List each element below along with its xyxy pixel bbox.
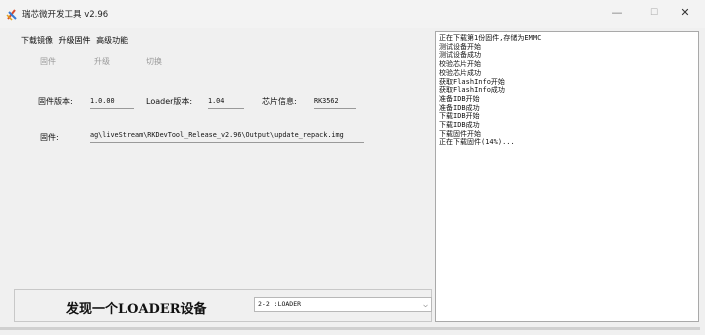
chip-info-field: RK3562 — [314, 94, 356, 109]
fw-version-label: 固件版本: — [38, 97, 73, 106]
log-line: 准备IDB开始 — [439, 94, 480, 103]
log-line: 获取FlashInfo开始 — [439, 77, 505, 86]
firmware-path-field[interactable]: ag\liveStream\RKDevTool_Release_v2.96\Ou… — [90, 128, 364, 143]
log-line: 正在下载固件(14%)... — [439, 138, 515, 147]
log-output[interactable]: 正在下载第1份固件,存储为EMMC 测试设备开始 测试设备成功 校验芯片开始 校… — [435, 31, 699, 322]
title-bar: 瑞芯微开发工具 v2.96 — ☐ ✕ — [0, 0, 705, 28]
device-status-text: 发现一个LOADER设备 — [66, 302, 207, 317]
log-line: 下载IDB成功 — [439, 121, 480, 130]
log-line: 获取FlashInfo成功 — [439, 86, 505, 95]
chip-info-label: 芯片信息: — [262, 97, 297, 106]
loader-version-label: Loader版本: — [146, 97, 193, 106]
app-logo-icon — [6, 9, 17, 21]
loader-version-field: 1.04 — [208, 94, 244, 109]
upgrade-button[interactable]: 升级 — [94, 56, 110, 67]
log-line: 测试设备成功 — [439, 51, 481, 60]
device-select[interactable]: 2-2 :LOADER ⌵ — [254, 297, 432, 312]
tab-upgrade-firmware[interactable]: 升级固件 — [59, 35, 91, 46]
switch-button[interactable]: 切换 — [146, 56, 162, 67]
tab-download-image[interactable]: 下载镜像 — [21, 35, 53, 46]
log-line: 校验芯片成功 — [439, 68, 481, 77]
window-bottom-edge — [0, 327, 700, 330]
maximize-icon[interactable]: ☐ — [637, 3, 671, 23]
firmware-path-label: 固件: — [40, 133, 59, 142]
log-line: 下载IDB开始 — [439, 112, 480, 121]
firmware-button[interactable]: 固件 — [40, 56, 56, 67]
chevron-down-icon[interactable]: ⌵ — [423, 298, 428, 311]
log-line: 正在下载第1份固件,存储为EMMC — [439, 34, 542, 42]
tab-bar: 下载镜像 升级固件 高级功能 — [21, 35, 131, 46]
close-icon[interactable]: ✕ — [668, 3, 702, 23]
minimize-icon[interactable]: — — [600, 3, 634, 23]
log-line: 校验芯片开始 — [439, 60, 481, 69]
tab-advanced[interactable]: 高级功能 — [96, 35, 128, 46]
fw-version-field: 1.0.00 — [90, 94, 134, 109]
window-title: 瑞芯微开发工具 v2.96 — [22, 10, 109, 20]
device-select-value: 2-2 :LOADER — [258, 300, 302, 308]
